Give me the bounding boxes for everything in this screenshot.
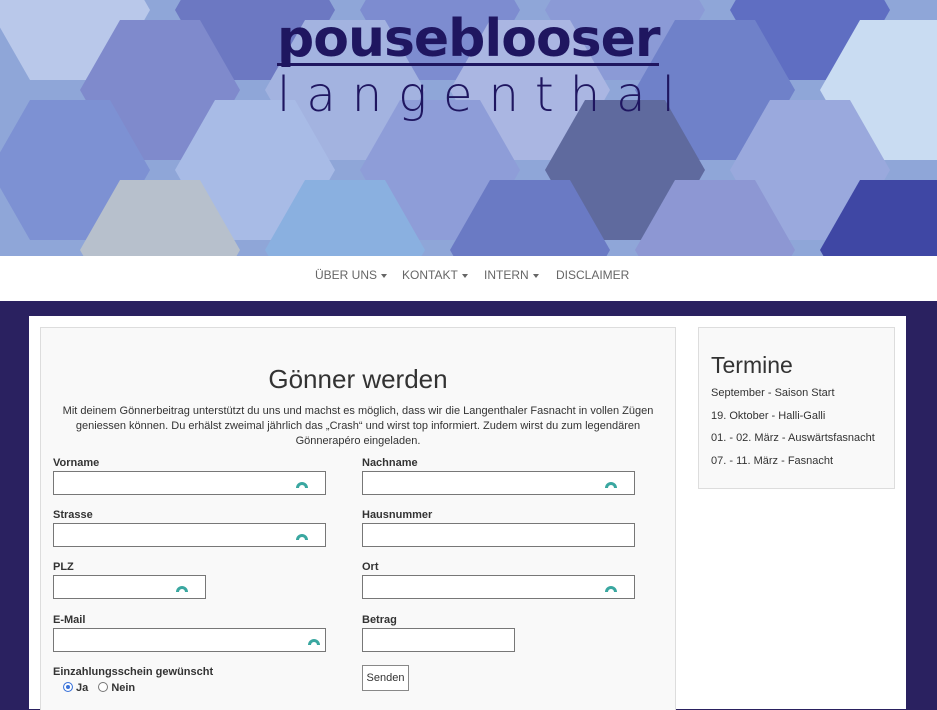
einzahlungsschein-label: Einzahlungsschein gewünscht (53, 666, 214, 678)
form-intro-text: Mit deinem Gönnerbeitrag unterstützt du … (62, 405, 654, 447)
logo-underline (277, 63, 659, 66)
logo-text-langenthal: langenthal (277, 67, 691, 123)
radio-option-ja[interactable]: Ja (63, 682, 88, 694)
strasse-label: Strasse (53, 509, 93, 521)
termine-title: Termine (711, 352, 793, 378)
email-label: E-Mail (53, 614, 86, 626)
form-title: Gönner werden (268, 364, 448, 394)
header-banner: pouseblooser langenthal (0, 0, 937, 256)
termine-item: 01. - 02. März - Auswärtsfasnacht (711, 432, 875, 444)
password-manager-icon[interactable] (295, 477, 309, 489)
termine-panel: Termine September - Saison Start 19. Okt… (698, 327, 895, 489)
nav-item-label: Disclaimer (556, 268, 630, 282)
radio-label-ja: Ja (76, 682, 89, 694)
nav-item-label: Kontakt (402, 268, 458, 282)
nav-item-disclaimer[interactable]: Disclaimer (556, 268, 629, 282)
plz-input[interactable] (53, 575, 206, 599)
radio-option-nein[interactable]: Nein (98, 682, 135, 694)
password-manager-icon[interactable] (604, 581, 618, 593)
betrag-label: Betrag (362, 614, 397, 626)
vorname-input[interactable] (53, 471, 326, 495)
ort-label: Ort (362, 561, 379, 573)
termine-item: 07. - 11. März - Fasnacht (711, 455, 834, 467)
password-manager-icon[interactable] (175, 581, 189, 593)
submit-button[interactable]: Senden (362, 665, 409, 691)
termine-item: September - Saison Start (711, 387, 835, 399)
termine-item: 19. Oktober - Halli-Galli (711, 410, 826, 422)
caret-down-icon (381, 273, 388, 278)
site-logo[interactable]: pouseblooser langenthal (277, 9, 675, 121)
donor-form-panel: Gönner werden Mit deinem Gönnerbeitrag u… (40, 327, 676, 710)
ort-input[interactable] (362, 575, 635, 599)
radio-button-checked[interactable] (63, 682, 73, 692)
logo-text-pouseblooser: pouseblooser (277, 9, 661, 69)
hausnummer-label: Hausnummer (362, 509, 433, 521)
einzahlungsschein-radio-group: Ja Nein (63, 682, 135, 694)
caret-down-icon (532, 273, 539, 278)
main-navigation: Über uns Kontakt Intern Disclaimer (0, 256, 937, 301)
betrag-input[interactable] (362, 628, 515, 652)
nav-item-kontakt[interactable]: Kontakt (402, 268, 468, 282)
password-manager-icon[interactable] (307, 634, 321, 646)
strasse-input[interactable] (53, 523, 326, 547)
content-container: Gönner werden Mit deinem Gönnerbeitrag u… (29, 316, 906, 710)
vorname-label: Vorname (53, 457, 100, 469)
nav-item-ueber-uns[interactable]: Über uns (315, 268, 388, 282)
hausnummer-input[interactable] (362, 523, 635, 547)
nachname-input[interactable] (362, 471, 635, 495)
radio-button[interactable] (98, 682, 109, 692)
caret-down-icon (461, 273, 468, 278)
radio-label-nein: Nein (111, 682, 136, 694)
plz-label: PLZ (53, 561, 74, 573)
nav-item-label: Über uns (315, 268, 378, 282)
nav-item-label: Intern (484, 268, 529, 282)
email-input[interactable] (53, 628, 326, 652)
password-manager-icon[interactable] (604, 477, 618, 489)
nav-item-intern[interactable]: Intern (484, 268, 539, 282)
password-manager-icon[interactable] (295, 529, 309, 541)
nachname-label: Nachname (362, 457, 418, 469)
